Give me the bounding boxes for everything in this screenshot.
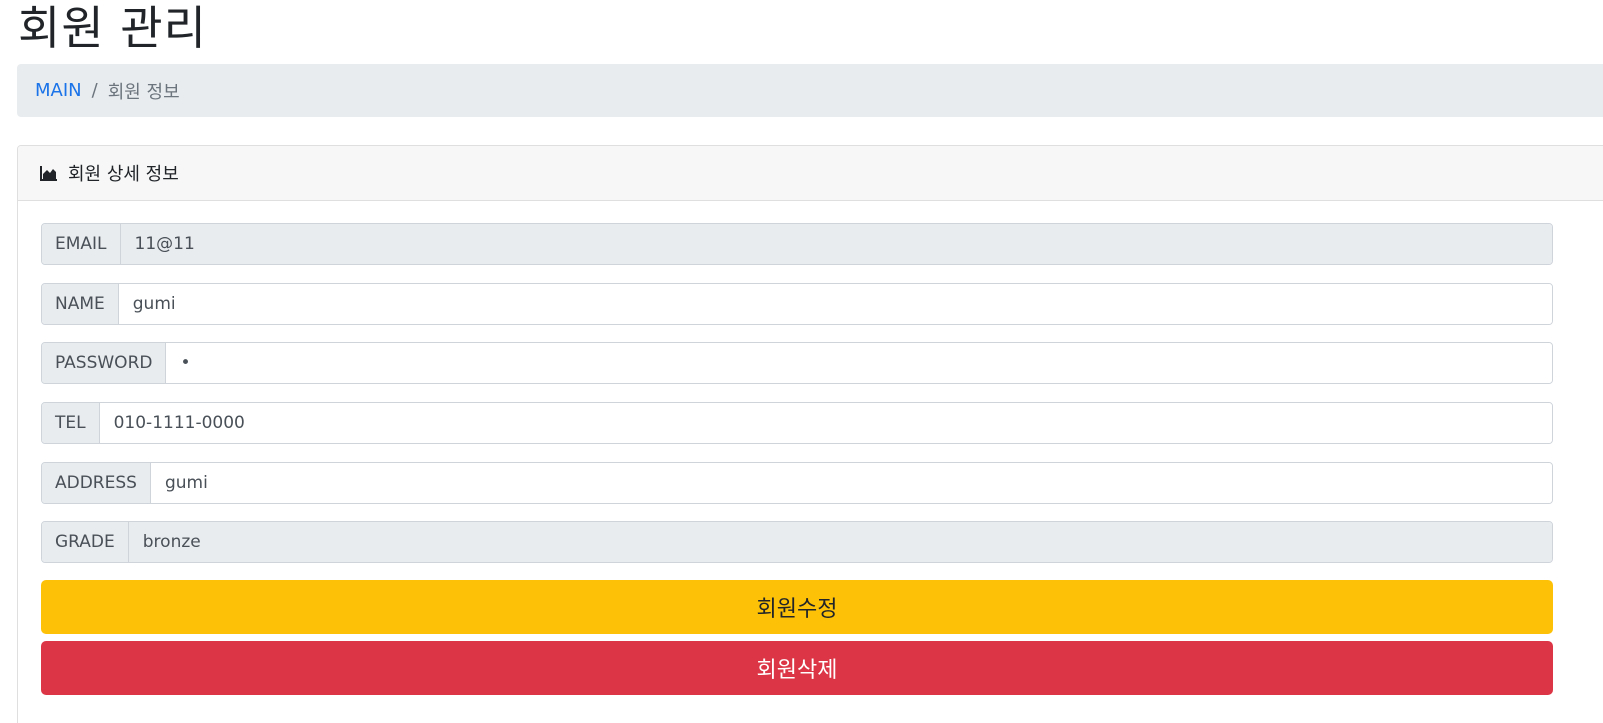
tel-field[interactable]: [99, 403, 1552, 443]
grade-field[interactable]: [128, 522, 1552, 562]
member-detail-card: 회원 상세 정보 EMAIL NAME PASSWORD TEL ADDRESS: [17, 145, 1603, 723]
area-chart-icon: [40, 165, 58, 181]
name-label: NAME: [42, 284, 119, 324]
delete-member-button[interactable]: 회원삭제: [41, 641, 1553, 695]
email-group: EMAIL: [41, 223, 1553, 265]
password-field[interactable]: [166, 343, 1552, 383]
page: 회원 관리 MAIN / 회원 정보 회원 상세 정보 EMAIL NAME: [0, 0, 1603, 723]
tel-label: TEL: [42, 403, 100, 443]
card-header-title: 회원 상세 정보: [68, 164, 179, 185]
name-group: NAME: [41, 283, 1553, 325]
email-label: EMAIL: [42, 224, 121, 264]
grade-label: GRADE: [42, 522, 129, 562]
address-field[interactable]: [150, 463, 1552, 503]
breadcrumb-main-link[interactable]: MAIN: [35, 80, 82, 101]
breadcrumb: MAIN / 회원 정보: [17, 64, 1603, 117]
card-header: 회원 상세 정보: [18, 146, 1603, 201]
grade-group: GRADE: [41, 521, 1553, 563]
page-title: 회원 관리: [18, 1, 207, 55]
tel-group: TEL: [41, 402, 1553, 444]
breadcrumb-current: 회원 정보: [107, 81, 180, 103]
password-label: PASSWORD: [42, 343, 167, 383]
address-group: ADDRESS: [41, 462, 1553, 504]
breadcrumb-separator: /: [91, 80, 98, 101]
address-label: ADDRESS: [42, 463, 151, 503]
password-group: PASSWORD: [41, 342, 1553, 384]
name-field[interactable]: [118, 284, 1552, 324]
email-field[interactable]: [120, 224, 1552, 264]
update-member-button[interactable]: 회원수정: [41, 580, 1553, 634]
